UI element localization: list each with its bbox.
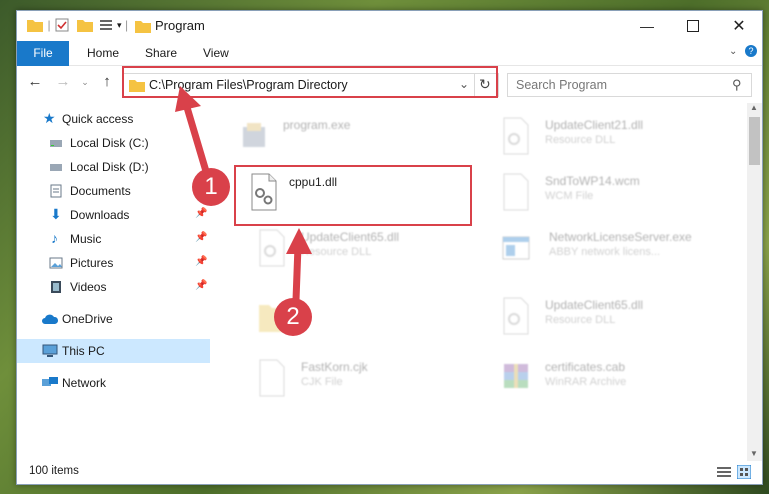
arrow-to-address-bar — [175, 86, 212, 182]
step-badge-2: 2 — [274, 298, 312, 336]
step-badge-1: 1 — [192, 168, 230, 206]
arrow-to-file — [286, 228, 312, 304]
annotation-arrows — [175, 86, 312, 304]
